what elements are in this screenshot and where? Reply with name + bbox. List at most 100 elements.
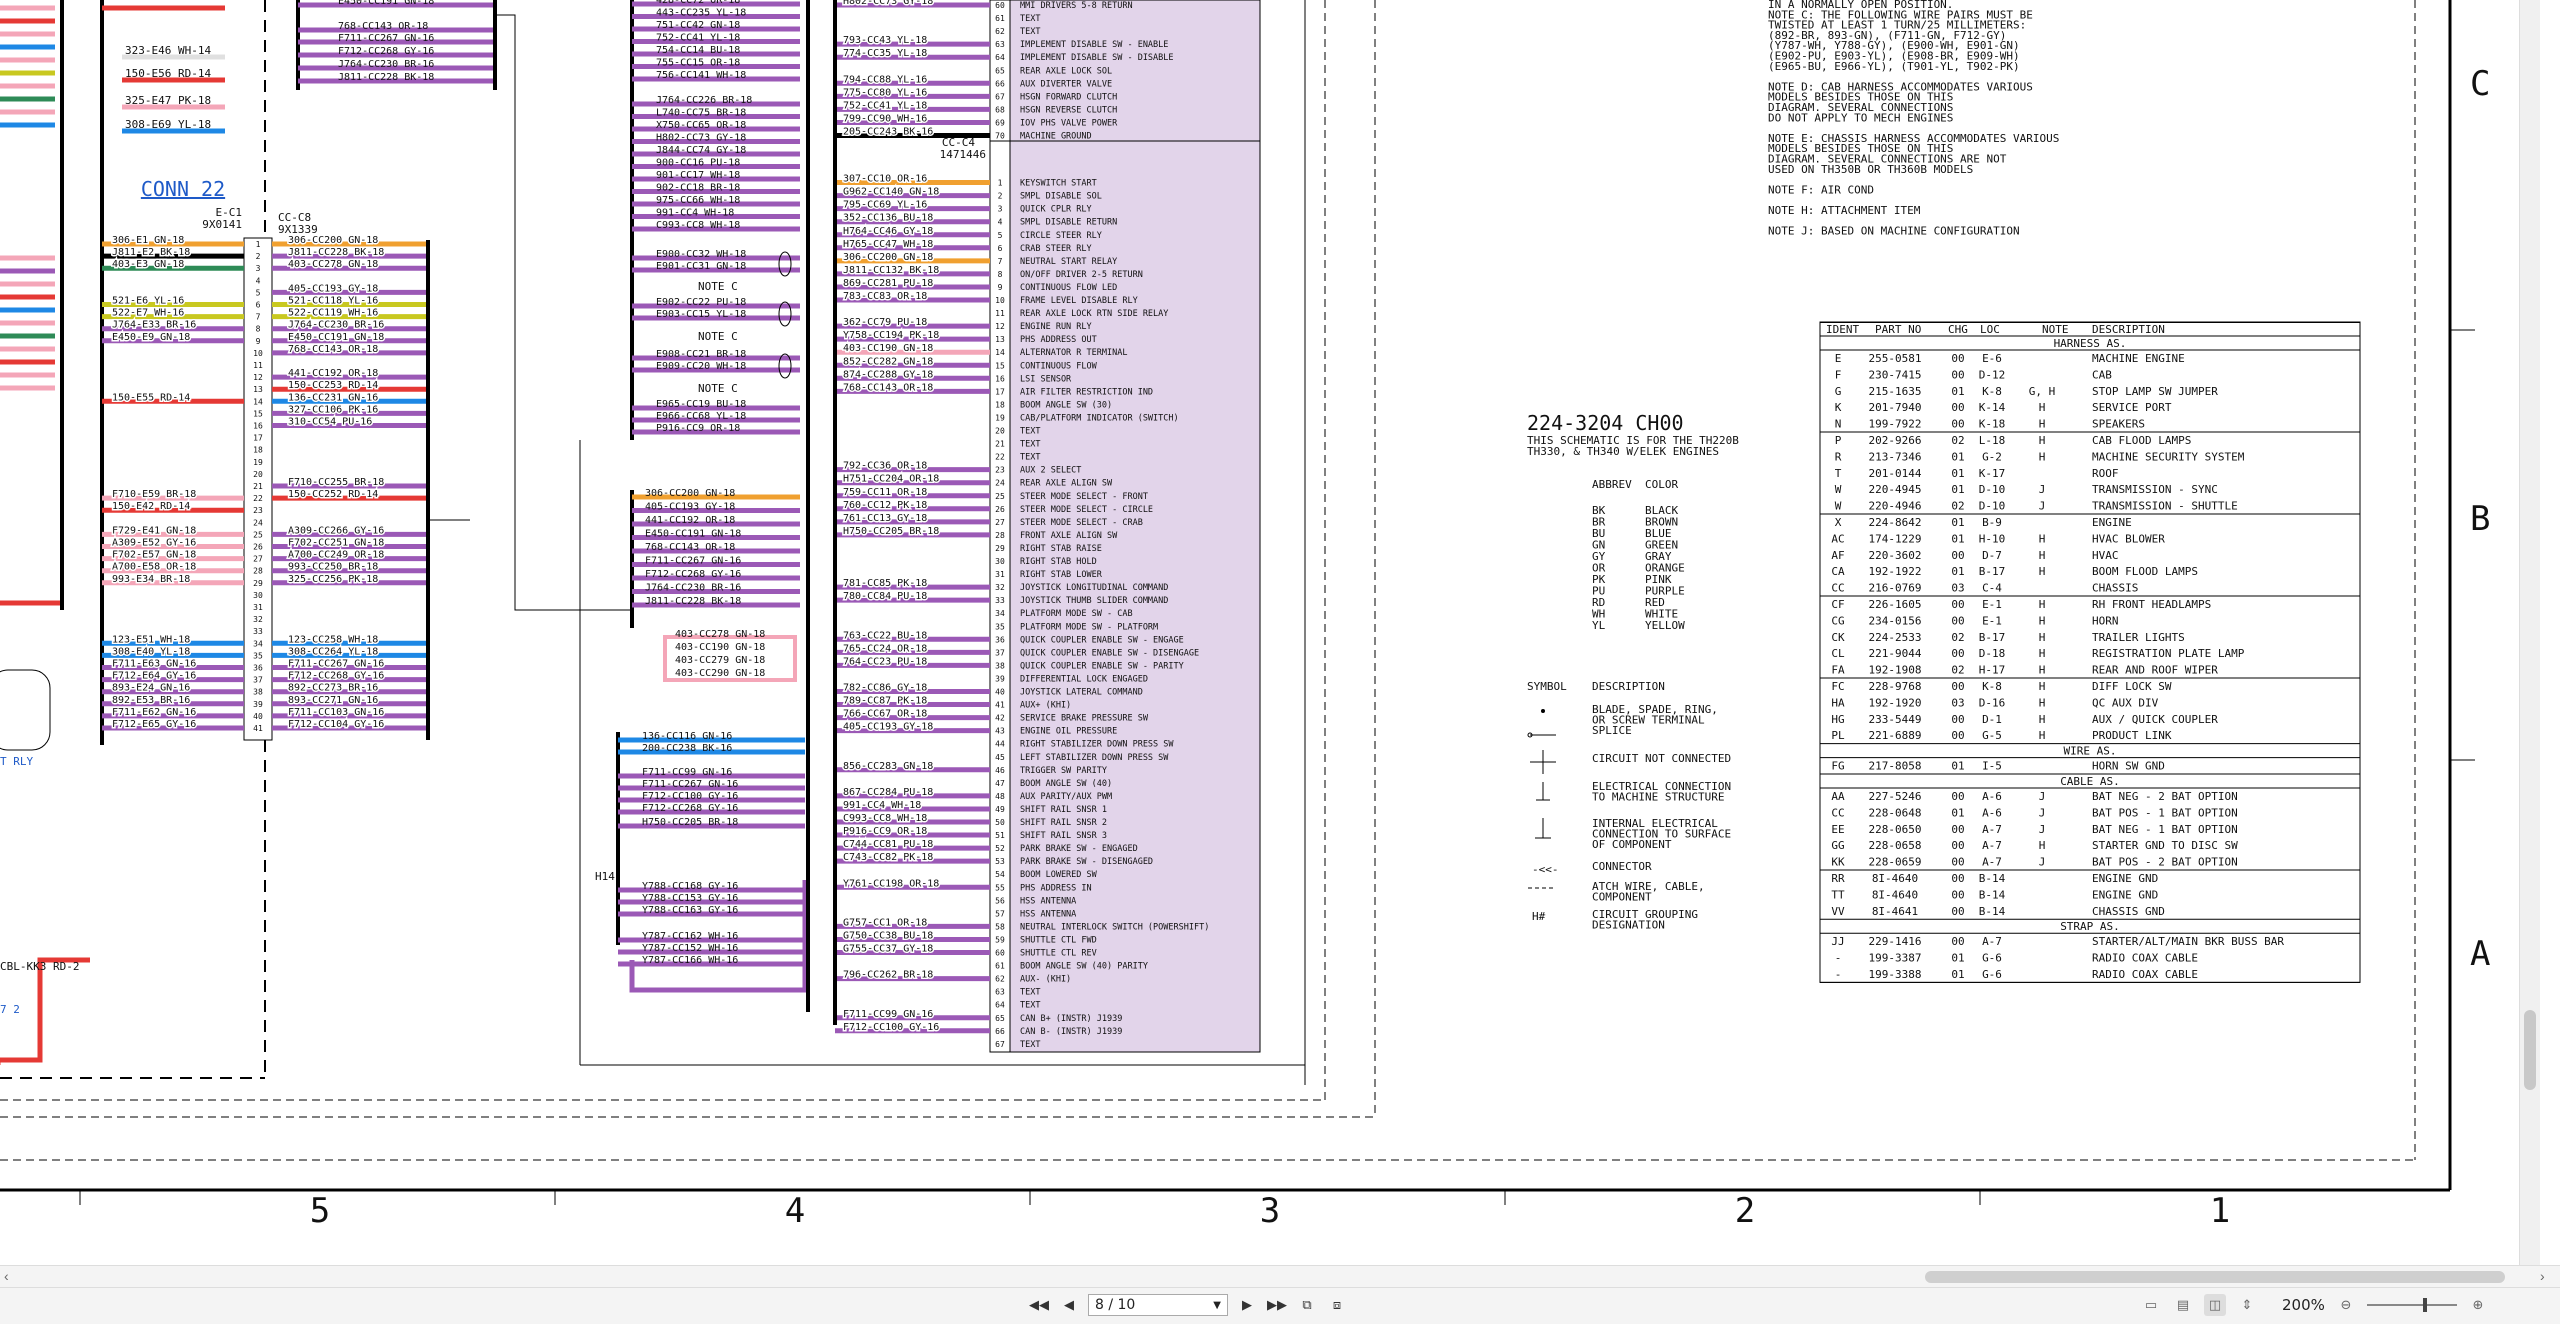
page-selector[interactable]: 8 / 10 ▼: [1088, 1294, 1228, 1316]
pin-number: 56: [995, 896, 1005, 905]
bus-wire-label: 443-CC235 YL-18: [656, 8, 746, 19]
table-cell: HA: [1831, 696, 1845, 709]
pin-number: 45: [995, 753, 1005, 762]
table-cell: -: [1835, 968, 1842, 981]
table-cell: B-17: [1979, 631, 2006, 644]
bus-wire-label: J844-CC74 GY-18: [656, 145, 746, 156]
continuous-view-icon[interactable]: ▤: [2172, 1294, 2194, 1316]
zoom-in-icon[interactable]: ⊕: [2467, 1294, 2489, 1316]
table-cell: PRODUCT LINK: [2092, 729, 2172, 742]
pin-description: PHS ADDRESS IN: [1020, 883, 1092, 893]
table-cell: BAT NEG - 1 BAT OPTION: [2092, 823, 2238, 836]
pin-number: 23: [253, 506, 263, 515]
two-page-view-icon[interactable]: ◫: [2204, 1294, 2226, 1316]
pin-description: REAR AXLE ALIGN SW: [1020, 479, 1113, 489]
pin-description: CRAB STEER RLY: [1020, 244, 1092, 254]
pin-number: 62: [995, 975, 1005, 984]
table-cell: 217-8058: [1869, 760, 1922, 773]
symbol-description: SPLICE: [1592, 724, 1632, 737]
table-cell: 202-9266: [1869, 434, 1922, 447]
table-cell: RH FRONT HEADLAMPS: [2092, 598, 2211, 611]
table-cell: D-10: [1979, 500, 2006, 513]
table-cell: H: [2039, 401, 2046, 414]
table-cell: 01: [1951, 516, 1964, 529]
table-cell: 199-3388: [1869, 968, 1922, 981]
fit-view-icon[interactable]: ⇕: [2236, 1294, 2258, 1316]
pin-number: 69: [995, 118, 1005, 127]
table-cell: H: [2039, 598, 2046, 611]
document-title: 224-3204 CH00: [1527, 411, 1684, 435]
table-cell: H: [2039, 631, 2046, 644]
table-cell: H-10: [1979, 532, 2006, 545]
abbrev-color: YELLOW: [1645, 619, 1685, 632]
note-line: NOTE J: BASED ON MACHINE CONFIGURATION: [1768, 225, 2020, 238]
table-cell: CA: [1831, 565, 1845, 578]
table-cell: L-18: [1979, 434, 2006, 447]
cc-c4-wire-label: 763-CC22 BU-18: [843, 630, 927, 641]
table-cell: H: [2039, 434, 2046, 447]
table-cell: J: [2039, 856, 2046, 869]
page-value: 8 / 10: [1095, 1297, 1136, 1313]
terminal-symbol-icon: [1541, 709, 1545, 713]
pin-description: LEFT STABILIZER DOWN PRESS SW: [1020, 753, 1169, 763]
table-cell: 221-6889: [1869, 729, 1922, 742]
scroll-right-icon[interactable]: ›: [2540, 1268, 2545, 1284]
pin-number: 32: [995, 583, 1005, 592]
e-c1-wire-label: A700-E58 OR-18: [112, 562, 196, 573]
last-page-icon[interactable]: ▶▶: [1266, 1294, 1288, 1316]
vertical-scroll-thumb[interactable]: [2524, 1010, 2536, 1090]
pin-number: 11: [995, 309, 1005, 318]
prev-page-icon[interactable]: ◀: [1058, 1294, 1080, 1316]
table-cell: H: [2039, 450, 2046, 463]
next-page-icon[interactable]: ▶: [1236, 1294, 1258, 1316]
zoom-level[interactable]: 200%: [2282, 1296, 2325, 1314]
cc-c8-wire-label: A700-CC249 OR-18: [288, 550, 384, 561]
bus-wire-label: X750-CC65 OR-18: [656, 120, 746, 131]
pin-number: 41: [253, 724, 263, 733]
horizontal-scroll-thumb[interactable]: [1925, 1271, 2505, 1283]
copy-page-icon[interactable]: ⧉: [1296, 1294, 1318, 1316]
table-cell: 01: [1951, 968, 1964, 981]
table-cell: 199-7922: [1869, 418, 1922, 431]
e-c1-wire-label: F712-E64 GY-16: [112, 671, 196, 682]
table-cell: REGISTRATION PLATE LAMP: [2092, 647, 2245, 660]
table-header-cell: LOC: [1980, 323, 2000, 336]
table-cell: D-7: [1982, 549, 2002, 562]
cc-c8-wire-label: 403-CC278 GN-18: [288, 259, 378, 270]
table-cell: AA: [1831, 790, 1845, 803]
pin-description: HSGN REVERSE CLUTCH: [1020, 105, 1117, 115]
vertical-scrollbar[interactable]: [2519, 0, 2540, 1265]
pin-description: CIRCLE STEER RLY: [1020, 231, 1102, 241]
pin-number: 21: [253, 482, 263, 491]
scroll-left-icon[interactable]: ‹: [4, 1268, 9, 1284]
pin-description: TEXT: [1020, 14, 1040, 24]
pin-number: 33: [253, 627, 263, 636]
table-cell: 220-4945: [1869, 483, 1922, 496]
export-page-icon[interactable]: ⧈: [1326, 1294, 1348, 1316]
note-line: DO NOT APPLY TO MECH ENGINES: [1768, 111, 1953, 124]
zoom-out-icon[interactable]: ⊖: [2335, 1294, 2357, 1316]
first-page-icon[interactable]: ◀◀: [1028, 1294, 1050, 1316]
document-viewport[interactable]: 54321CBA CBL-KK3 RD-2 T RLY 7 2 323-E46 WH-…: [0, 0, 2540, 1265]
cc-c8-wire-label: F702-CC251 GN-18: [288, 538, 384, 549]
pin-description: QUICK COUPLER ENABLE SW - DISENGAGE: [1020, 648, 1199, 658]
row-label: B: [2470, 499, 2490, 539]
table-cell: ENGINE: [2092, 516, 2132, 529]
table-cell: B-14: [1979, 905, 2006, 918]
note-c-label: NOTE C: [698, 280, 738, 293]
horizontal-scrollbar[interactable]: ‹ ›: [0, 1265, 2560, 1288]
table-cell: CC: [1831, 582, 1844, 595]
pin-description: BOOM LOWERED SW: [1020, 870, 1098, 880]
pin-description: BOOM ANGLE SW (40): [1020, 779, 1112, 789]
pin-description: STEER MODE SELECT - CRAB: [1020, 518, 1143, 528]
pin-description: ALTERNATOR R TERMINAL: [1020, 348, 1127, 358]
bus-wire-label: E902-CC22 PU-18: [656, 297, 746, 308]
zoom-slider-knob[interactable]: [2422, 1298, 2427, 1312]
zoom-slider[interactable]: [2366, 1298, 2457, 1312]
single-page-view-icon[interactable]: ▭: [2140, 1294, 2162, 1316]
pin-number: 33: [995, 596, 1005, 605]
pin-description: MACHINE GROUND: [1020, 132, 1092, 142]
pin-number: 46: [995, 766, 1005, 775]
pin-number: 64: [995, 53, 1005, 62]
bus-3-wire-label: F711-CC267 GN-16: [642, 779, 738, 790]
